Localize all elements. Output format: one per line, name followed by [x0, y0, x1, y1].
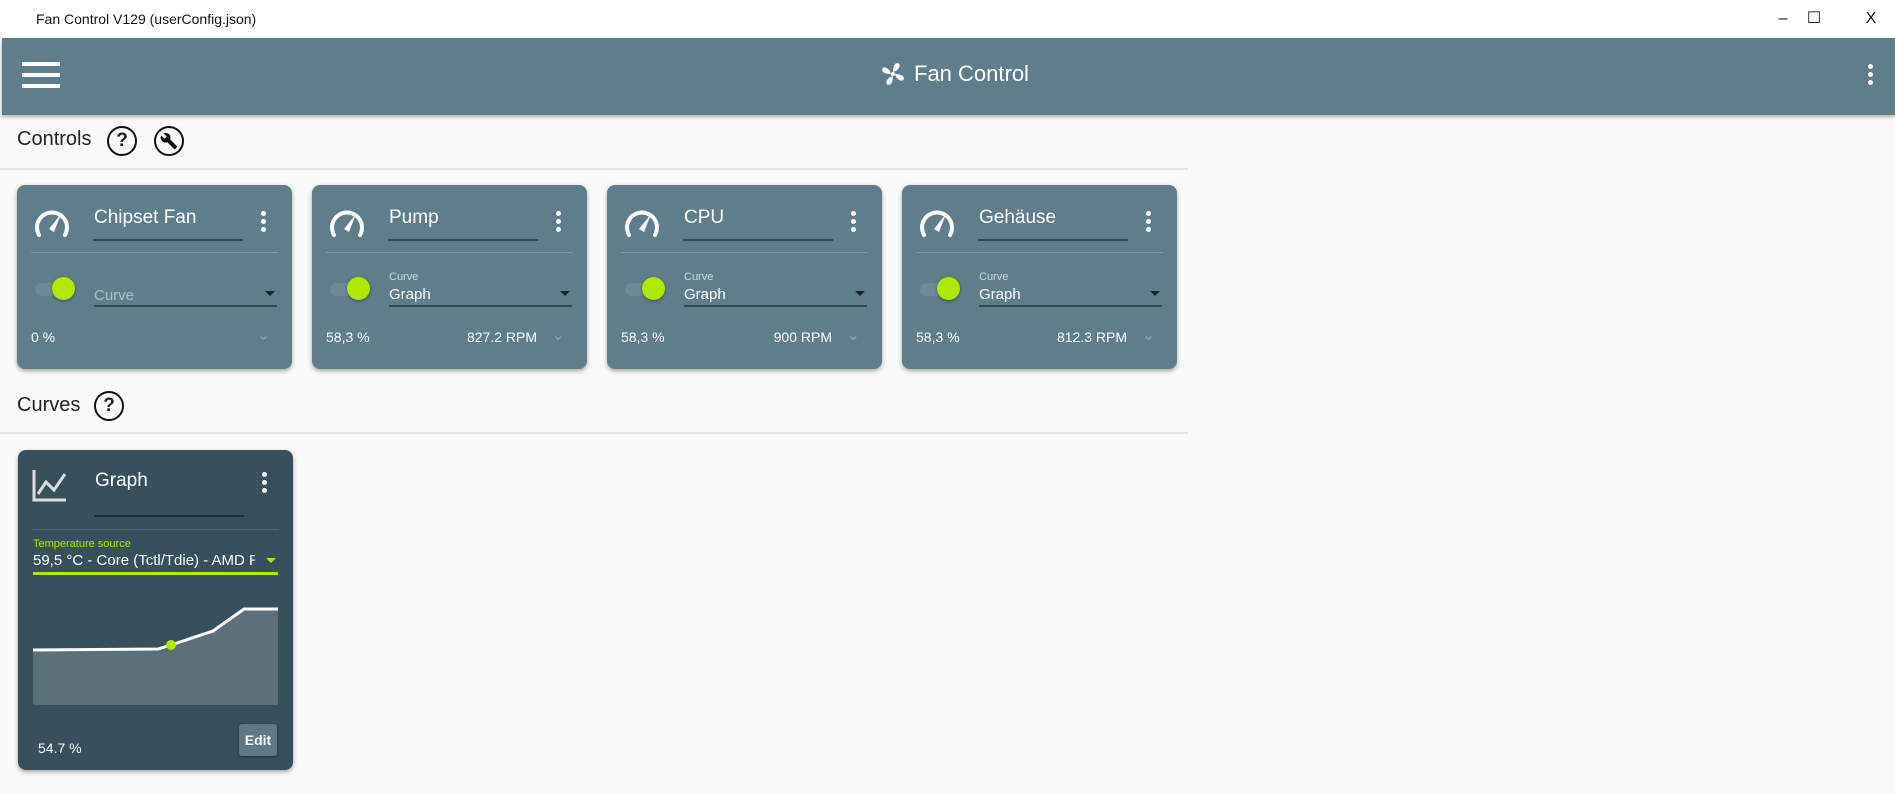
- control-name-underline: [683, 239, 833, 241]
- control-card: Pump Curve Graph 58,3 % 827.2 RPM ⌄: [312, 185, 587, 369]
- speedometer-icon: [35, 210, 69, 237]
- curve-current-point: [166, 640, 176, 650]
- speedometer-icon: [625, 210, 659, 237]
- expand-chevron-icon[interactable]: ⌄: [257, 325, 270, 345]
- curve-select-value: Graph: [979, 286, 1021, 303]
- temperature-source-select[interactable]: Temperature source 59,5 °C - Core (Tctl/…: [33, 538, 278, 575]
- fan-rpm: 812.3 RPM: [1056, 329, 1127, 345]
- dropdown-arrow-icon: [560, 291, 570, 296]
- curve-menu-icon[interactable]: [258, 472, 270, 493]
- controls-help-button[interactable]: ?: [107, 126, 137, 156]
- control-card: CPU Curve Graph 58,3 % 900 RPM ⌄: [607, 185, 882, 369]
- curve-select-label: Curve: [389, 271, 419, 283]
- close-button[interactable]: X: [1851, 4, 1891, 34]
- curve-select-label: Curve: [979, 271, 1009, 283]
- menu-icon[interactable]: [22, 62, 60, 92]
- expand-chevron-icon[interactable]: ⌄: [847, 325, 860, 345]
- dropdown-arrow-icon: [855, 291, 865, 296]
- controls-settings-button[interactable]: [154, 126, 184, 156]
- card-divider: [32, 529, 279, 530]
- expand-chevron-icon[interactable]: ⌄: [552, 325, 565, 345]
- card-divider: [621, 252, 868, 253]
- curve-select-label: Curve: [684, 271, 714, 283]
- dropdown-arrow-icon: [1150, 291, 1160, 296]
- control-name[interactable]: CPU: [684, 207, 724, 229]
- curve-select[interactable]: Curve Graph: [389, 269, 572, 307]
- enable-toggle[interactable]: [35, 277, 77, 301]
- curve-select[interactable]: Curve Graph: [979, 269, 1162, 307]
- curve-select[interactable]: Curve Graph: [684, 269, 867, 307]
- control-card: Gehäuse Curve Graph 58,3 % 812.3 RPM ⌄: [902, 185, 1177, 369]
- toggle-knob: [52, 277, 75, 300]
- curve-preview[interactable]: [33, 595, 278, 705]
- wrench-icon: [160, 132, 178, 150]
- dropdown-arrow-icon: [266, 558, 276, 563]
- curve-output-percent: 54.7 %: [38, 740, 82, 756]
- curves-help-button[interactable]: ?: [94, 391, 124, 421]
- title-bar: Fan Control V129 (userConfig.json) – ☐ X: [0, 0, 1895, 38]
- more-options-icon[interactable]: [1864, 64, 1876, 85]
- control-card: Chipset Fan Curve 0 % ⌄: [17, 185, 292, 369]
- enable-toggle[interactable]: [625, 277, 667, 301]
- curve-select-value: Graph: [684, 286, 726, 303]
- control-percent: 58,3 %: [916, 329, 960, 345]
- expand-chevron-icon[interactable]: ⌄: [1142, 325, 1155, 345]
- curve-name[interactable]: Graph: [95, 470, 148, 492]
- fan-rpm: 900 RPM: [773, 329, 832, 345]
- app-header: Fan Control: [2, 38, 1895, 115]
- card-divider: [31, 252, 278, 253]
- edit-curve-button[interactable]: Edit: [239, 724, 277, 756]
- control-menu-icon[interactable]: [552, 211, 564, 232]
- speedometer-icon: [920, 210, 954, 237]
- toggle-knob: [937, 277, 960, 300]
- control-percent: 58,3 %: [326, 329, 370, 345]
- controls-title: Controls: [17, 128, 92, 150]
- dropdown-arrow-icon: [265, 291, 275, 296]
- temperature-source-value: 59,5 °C - Core (Tctl/Tdie) - AMD Ryzen: [33, 552, 255, 569]
- window-title: Fan Control V129 (userConfig.json): [36, 11, 257, 27]
- control-menu-icon[interactable]: [1142, 211, 1154, 232]
- curve-name-underline: [94, 515, 244, 517]
- toggle-knob: [347, 277, 370, 300]
- control-percent: 0 %: [31, 329, 56, 345]
- control-name[interactable]: Pump: [389, 207, 439, 229]
- curve-fill: [33, 609, 278, 705]
- app-brand: Fan Control: [880, 61, 1029, 87]
- control-name[interactable]: Chipset Fan: [94, 207, 196, 229]
- control-name[interactable]: Gehäuse: [979, 207, 1056, 229]
- fan-rpm: 827.2 RPM: [466, 329, 537, 345]
- temperature-source-label: Temperature source: [33, 538, 131, 550]
- chart-line-icon: [32, 470, 67, 502]
- control-name-underline: [978, 239, 1128, 241]
- app-title: Fan Control: [914, 61, 1029, 86]
- control-name-underline: [93, 239, 243, 241]
- controls-divider: [0, 168, 1188, 170]
- control-name-underline: [388, 239, 538, 241]
- curve-select-value: Graph: [389, 286, 431, 303]
- curve-card: Graph Temperature source 59,5 °C - Core …: [18, 450, 293, 770]
- enable-toggle[interactable]: [920, 277, 962, 301]
- curve-select[interactable]: Curve: [94, 269, 277, 307]
- curves-title: Curves: [17, 394, 81, 416]
- card-divider: [326, 252, 573, 253]
- toggle-knob: [642, 277, 665, 300]
- curves-divider: [0, 432, 1188, 434]
- control-menu-icon[interactable]: [257, 211, 269, 232]
- maximize-button[interactable]: ☐: [1794, 4, 1834, 34]
- card-divider: [916, 252, 1163, 253]
- fan-icon: [882, 63, 904, 85]
- control-menu-icon[interactable]: [847, 211, 859, 232]
- curve-select-placeholder: Curve: [94, 287, 135, 304]
- enable-toggle[interactable]: [330, 277, 372, 301]
- speedometer-icon: [330, 210, 364, 237]
- control-percent: 58,3 %: [621, 329, 665, 345]
